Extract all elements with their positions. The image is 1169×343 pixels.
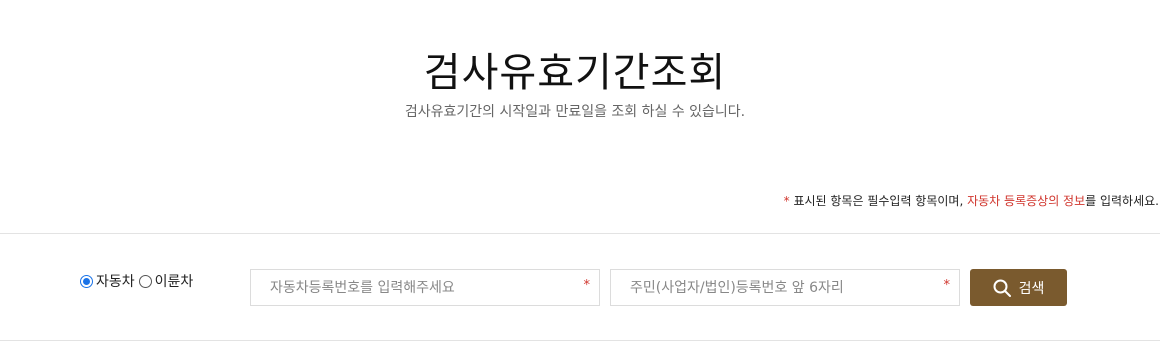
required-notice: * 표시된 항목은 필수입력 항목이며, 자동차 등록증상의 정보를 입력하세요…	[784, 192, 1159, 209]
radio-car[interactable]: 자동차	[80, 271, 135, 291]
vehicle-type-radio-group: 자동차 이륜차	[80, 271, 197, 291]
divider	[0, 340, 1160, 341]
notice-text-after: 를 입력하세요.	[1085, 194, 1159, 208]
radio-motorcycle[interactable]: 이륜차	[138, 271, 194, 291]
radio-motorcycle-label: 이륜차	[154, 274, 194, 290]
required-star: *	[943, 278, 951, 293]
radio-car-indicator[interactable]	[80, 274, 93, 288]
search-button[interactable]: 검색	[970, 269, 1067, 306]
radio-motorcycle-indicator[interactable]	[138, 274, 152, 288]
page-title: 검사유효기간조회	[423, 50, 727, 96]
page-subtitle: 검사유효기간의 시작일과 만료일을 조회 하실 수 있습니다.	[404, 104, 746, 120]
divider	[0, 233, 1160, 234]
notice-highlight: 자동차 등록증상의 정보	[967, 194, 1086, 208]
search-button-label: 검색	[1018, 280, 1045, 297]
notice-text-before: 표시된 항목은 필수입력 항목이며,	[789, 194, 968, 208]
reg-number-input[interactable]	[270, 279, 599, 296]
search-icon	[993, 279, 1011, 297]
required-star: *	[583, 278, 591, 293]
radio-car-label: 자동차	[96, 274, 135, 290]
id-number-field: *	[610, 269, 960, 306]
reg-number-field: *	[250, 269, 600, 306]
id-number-input[interactable]	[630, 279, 959, 296]
